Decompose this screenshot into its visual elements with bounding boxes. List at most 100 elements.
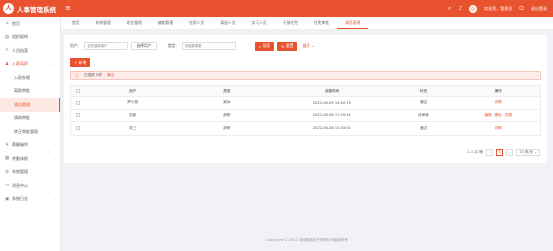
tab-cadre[interactable]: 干部任免: [275, 17, 306, 29]
entry-icon: ♟: [4, 61, 10, 67]
sidebar-item-org[interactable]: ▤ 组织架构 ›: [0, 31, 60, 45]
row-checkbox[interactable]: [75, 113, 80, 118]
log-icon: ▣: [4, 196, 10, 202]
sidebar-subitem-transfer[interactable]: 调岗审批: [0, 112, 60, 126]
clear-selection-link[interactable]: 清空: [107, 73, 114, 78]
pagination: 1-3 共3条 ‹ 1 › 10 条/页 ⌄: [467, 148, 540, 156]
table-row: 张三 辞职 2022-06-08 11:43:01 通过 详情: [71, 122, 540, 135]
chevron-right-icon: ›: [53, 48, 55, 53]
cell-type: 辞职: [223, 112, 231, 117]
next-page-button[interactable]: ›: [506, 148, 514, 156]
sidebar-item-label: 系统管理: [12, 169, 28, 175]
cell-time: 2022-06-08 17:29:41: [312, 113, 351, 118]
detail-link[interactable]: 详情: [495, 100, 502, 105]
sidebar-item-home[interactable]: ⌂ 首页: [0, 17, 60, 31]
sidebar-item-system[interactable]: ⚙ 系统管理 ›: [0, 166, 60, 180]
hamburger-icon[interactable]: ≡: [65, 4, 71, 12]
footer-copyright: Copyright © 2022 河南数据电子有限公司版权所有: [266, 238, 348, 242]
sidebar-item-label: 人员档案: [12, 47, 28, 53]
sidebar-item-label: 薪酬福利: [12, 142, 28, 148]
chevron-right-icon: ›: [53, 143, 55, 148]
column-header-user: 用户: [129, 88, 137, 93]
sidebar-subitem-leave[interactable]: 离职审批: [0, 85, 60, 99]
reset-button-label: 重置: [285, 43, 294, 48]
table-row: 萨小丽 离休 2022-06-09 14:02:15 通过 详情: [71, 97, 540, 110]
page-size-select[interactable]: 10 条/页 ⌄: [516, 148, 540, 156]
home-icon: ⌂: [5, 21, 9, 27]
sidebar-item-log[interactable]: ▣ 系统日志 ›: [0, 193, 60, 207]
page-size-value: 10 条/页: [519, 149, 534, 154]
tab-staffing[interactable]: 编制管理: [150, 17, 181, 29]
select-all-checkbox[interactable]: [75, 89, 80, 93]
row-checkbox[interactable]: [75, 126, 80, 131]
cell-user: 萨小丽: [127, 100, 139, 105]
prev-page-button[interactable]: ‹: [486, 148, 494, 156]
cell-ops: 编辑 删除 详情: [456, 113, 540, 118]
search-button[interactable]: ⌕ 搜索: [254, 41, 275, 51]
sidebar-subitem-regular[interactable]: 转正审批管理: [0, 125, 60, 139]
column-header-status: 状态: [419, 88, 428, 93]
tab-retired[interactable]: 离退人员: [212, 17, 243, 29]
sidebar-item-entry[interactable]: ♟ 入职离职 ⌄: [0, 58, 60, 72]
cell-status: 通过: [419, 125, 428, 130]
edit-link[interactable]: 编辑: [484, 113, 491, 118]
welcome-text[interactable]: 欢迎您，管理员: [484, 6, 512, 12]
tab-active-staff[interactable]: 在职人员: [181, 17, 212, 29]
table-row: 张新 辞职 2022-06-08 17:29:41 待审核 编辑 删除 详情: [71, 110, 540, 122]
delete-link[interactable]: 删除: [495, 113, 502, 118]
tab-position[interactable]: 职位管理: [119, 17, 150, 29]
tab-appointment[interactable]: 任免审批: [306, 17, 337, 29]
sidebar-subitem-onboard[interactable]: 入职办理: [0, 71, 60, 85]
chevron-right-icon: ›: [53, 156, 55, 161]
column-header-time: 创建时间: [324, 88, 340, 93]
tab-org[interactable]: 机构管理: [88, 17, 119, 29]
sidebar-item-label: 组织架构: [12, 34, 28, 40]
logout-link[interactable]: 退出登录: [531, 6, 547, 12]
data-table: 用户 类型 创建时间 状态 操作 萨小丽 离休 2022-06-09 14:02…: [70, 85, 541, 136]
cell-user: 张三: [129, 125, 137, 130]
message-icon: ▭: [4, 183, 10, 189]
select-all-cell: [71, 89, 85, 93]
row-checkbox[interactable]: [75, 100, 80, 105]
bell-icon[interactable]: ♪: [458, 5, 462, 12]
expand-link[interactable]: 展开 ⌄: [300, 42, 316, 51]
detail-link[interactable]: 详情: [495, 126, 502, 131]
logout-icon[interactable]: ⏻: [519, 5, 524, 12]
user-label: 用户：: [70, 43, 82, 48]
sidebar-item-attendance[interactable]: ▦ 考勤休假 ›: [0, 152, 60, 166]
sidebar-item-label: 消息中心: [12, 182, 28, 188]
sidebar-item-salary[interactable]: ¥ 薪酬福利 ›: [0, 139, 60, 153]
cell-type: 离休: [223, 100, 231, 105]
user-input[interactable]: [84, 42, 129, 50]
cell-type: 辞职: [223, 125, 231, 130]
column-header-type: 类型: [223, 88, 231, 93]
table-header-row: 用户 类型 创建时间 状态 操作: [71, 86, 540, 97]
chevron-right-icon: ›: [53, 170, 55, 175]
attendance-icon: ▦: [4, 156, 10, 162]
tab-reduction[interactable]: 减员管理: [337, 17, 369, 29]
selection-count: 已选择 0项: [84, 73, 102, 77]
chevron-down-icon: ⌄: [52, 62, 55, 67]
cell-ops: 详情: [456, 100, 540, 105]
reset-button[interactable]: ↻ 重置: [277, 41, 298, 51]
tab-home[interactable]: 首页: [64, 17, 88, 29]
top-header: 人 人事管理系统 ≡ ⌕ ♪ 欢迎您，管理员 ⏻ 退出登录: [0, 0, 553, 17]
filter-bar: 用户： 选择用户 类型： ⌕ 搜索 ↻ 重置 展开 ⌄: [70, 41, 316, 51]
app-logo: 人: [3, 3, 14, 14]
search-button-label: 搜索: [262, 43, 271, 48]
sidebar-item-message[interactable]: ▭ 消息中心 ›: [0, 179, 60, 193]
tab-intern[interactable]: 实习人员: [244, 17, 275, 29]
avatar[interactable]: [469, 4, 478, 13]
select-user-button[interactable]: 选择用户: [131, 42, 157, 50]
type-select[interactable]: [181, 42, 236, 50]
search-icon[interactable]: ⌕: [448, 5, 451, 12]
sidebar-item-staff[interactable]: ♙ 人员档案 ›: [0, 44, 60, 58]
detail-link[interactable]: 详情: [505, 113, 512, 118]
sidebar-subitem-reduction[interactable]: 减员管理: [0, 98, 60, 112]
selection-alert: ⓘ 已选择 0项 清空: [70, 71, 541, 80]
salary-icon: ¥: [5, 142, 9, 148]
sidebar-item-label: 考勤休假: [12, 155, 28, 161]
add-button[interactable]: + 新增: [70, 58, 91, 67]
column-header-ops: 操作: [494, 88, 502, 93]
current-page[interactable]: 1: [496, 148, 504, 156]
